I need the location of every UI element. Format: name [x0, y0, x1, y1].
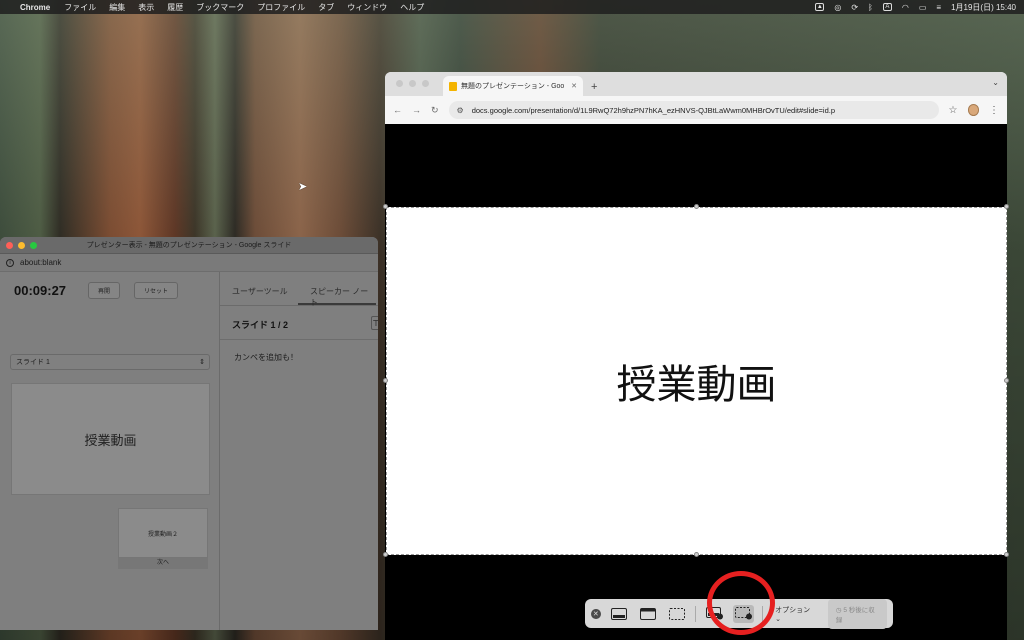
next-slide-button[interactable]: 次へ [118, 558, 208, 569]
chrome-close-button[interactable] [396, 80, 403, 87]
menu-help[interactable]: ヘルプ [400, 2, 424, 13]
chrome-menu-icon[interactable]: ⋮ [989, 105, 999, 116]
expand-icon[interactable]: ⊤ [371, 316, 378, 330]
selection-handle[interactable] [383, 204, 388, 209]
capture-selection-icon[interactable] [666, 605, 687, 623]
mouse-cursor-icon: ➤ [298, 180, 308, 193]
menu-app-name[interactable]: Chrome [20, 3, 50, 12]
presenter-url: about:blank [20, 258, 62, 267]
chrome-tab-strip: 無題のプレゼンテーション - Goo ✕ + ⌄ [385, 72, 1007, 96]
wifi-icon[interactable]: ◠ [902, 3, 909, 12]
tab-search-icon[interactable]: ⌄ [992, 78, 999, 87]
slide-canvas[interactable]: 授業動画 [386, 207, 1007, 555]
chrome-zoom-button[interactable] [422, 80, 429, 87]
next-slide-thumbnail[interactable]: 授業動画２ [118, 508, 208, 558]
menu-clock[interactable]: 1月19日(日) 15:40 [951, 2, 1016, 13]
bookmark-star-icon[interactable]: ☆ [949, 105, 958, 116]
select-chevron-icon: ⇕ [199, 359, 205, 366]
presenter-url-bar[interactable]: i about:blank [0, 254, 378, 272]
address-bar[interactable]: ⚙ docs.google.com/presentation/d/1L9RwQ7… [448, 101, 939, 119]
menu-history[interactable]: 履歴 [167, 2, 183, 13]
menu-edit[interactable]: 編集 [109, 2, 125, 13]
selection-handle[interactable] [1004, 552, 1009, 557]
selection-handle[interactable] [694, 204, 699, 209]
slides-favicon-icon [449, 81, 457, 91]
tab-user-tools[interactable]: ユーザーツール [220, 272, 298, 305]
menu-window[interactable]: ウィンドウ [347, 2, 387, 13]
selection-handle[interactable] [694, 552, 699, 557]
presenter-right-panel: ユーザーツール スピーカー ノート スライド 1 / 2 ⊤ カンペを追加も！ [220, 272, 378, 630]
profile-avatar[interactable] [967, 104, 979, 116]
record-timer-button[interactable]: ◷ 5 秒後に収録 [827, 598, 888, 629]
chrome-tab[interactable]: 無題のプレゼンテーション - Goo ✕ [443, 76, 583, 96]
capture-entire-screen-icon[interactable] [609, 605, 630, 623]
selection-handle[interactable] [1004, 378, 1009, 383]
presenter-view-window: プレゼンター表示 - 無題のプレゼンテーション - Google スライド i … [0, 237, 378, 630]
menu-bar: Chrome ファイル 編集 表示 履歴 ブックマーク プロファイル タブ ウィ… [0, 0, 1024, 14]
menu-tab[interactable]: タブ [318, 2, 334, 13]
chrome-minimize-button[interactable] [409, 80, 416, 87]
new-tab-button[interactable]: + [591, 81, 597, 93]
resume-button[interactable]: 再開 [88, 282, 121, 299]
selection-handle[interactable] [383, 552, 388, 557]
annotation-circle [707, 571, 775, 635]
chrome-tab-title: 無題のプレゼンテーション - Goo [461, 83, 565, 90]
control-center-icon[interactable]: ≡ [936, 3, 941, 12]
site-info-icon[interactable]: ⚙ [457, 106, 464, 115]
menu-file[interactable]: ファイル [64, 2, 96, 13]
options-button[interactable]: オプション ⌄ [771, 605, 820, 623]
sync-icon[interactable]: ⟳ [851, 3, 858, 12]
chrome-window: 無題のプレゼンテーション - Goo ✕ + ⌄ ← → ↻ ⚙ docs.go… [385, 72, 1007, 124]
presenter-window-title: プレゼンター表示 - 無題のプレゼンテーション - Google スライド [86, 242, 292, 249]
bluetooth-icon[interactable]: ᛒ [868, 3, 873, 12]
reload-icon[interactable]: ↻ [431, 105, 439, 116]
close-toolbar-icon[interactable]: ✕ [591, 608, 601, 619]
tab-speaker-notes[interactable]: スピーカー ノート [298, 272, 376, 307]
forward-icon[interactable]: → [412, 105, 421, 115]
back-icon[interactable]: ← [393, 105, 402, 115]
menu-bookmarks[interactable]: ブックマーク [196, 2, 244, 13]
menu-profiles[interactable]: プロファイル [257, 2, 305, 13]
toolbar-divider [695, 605, 697, 622]
slide-title: 授業動画 [616, 362, 777, 408]
presenter-left-panel: 00:09:27 再開 リセット スライド 1 ⇕ 授業動画 授業動画２ 次へ [0, 272, 220, 630]
chrome-window-controls [396, 80, 429, 87]
close-tab-icon[interactable]: ✕ [571, 82, 577, 90]
menu-view[interactable]: 表示 [138, 2, 154, 13]
selection-handle[interactable] [383, 378, 388, 383]
speaker-notes-text[interactable]: カンペを追加も！ [220, 339, 378, 363]
info-icon[interactable]: i [6, 258, 14, 267]
capture-window-icon[interactable] [637, 605, 658, 623]
slide-select-value: スライド 1 [16, 359, 50, 366]
record-icon[interactable]: ◎ [834, 3, 841, 12]
slide-count: スライド 1 / 2 [232, 320, 289, 330]
address-bar-url: docs.google.com/presentation/d/1L9RwQ72h… [471, 105, 836, 115]
presenter-timer: 00:09:27 [14, 283, 67, 298]
reset-button[interactable]: リセット [134, 282, 179, 299]
next-slide-thumbnail-text: 授業動画２ [147, 531, 178, 538]
presenter-titlebar: プレゼンター表示 - 無題のプレゼンテーション - Google スライド [0, 237, 378, 254]
current-slide-thumbnail-text: 授業動画 [84, 432, 137, 448]
current-slide-thumbnail[interactable]: 授業動画 [11, 383, 210, 495]
chrome-toolbar: ← → ↻ ⚙ docs.google.com/presentation/d/1… [385, 96, 1007, 124]
selection-handle[interactable] [1004, 204, 1009, 209]
slide-select[interactable]: スライド 1 ⇕ [10, 354, 210, 370]
drive-icon[interactable]: ▲ [815, 3, 825, 11]
screen-mirroring-icon[interactable]: ▭ [919, 3, 927, 12]
input-method-icon[interactable]: A [882, 3, 892, 11]
